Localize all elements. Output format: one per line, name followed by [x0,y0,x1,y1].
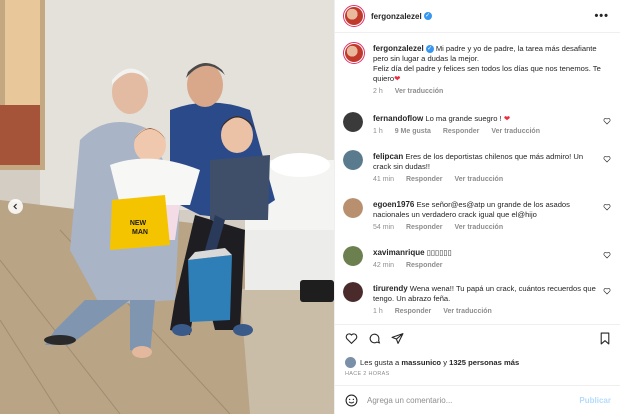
heart-emoji-icon: ❤ [503,114,511,123]
carousel-prev-button[interactable] [8,199,23,214]
comment-reply-link[interactable]: Responder [406,176,443,183]
comment-translate-link[interactable]: Ver traducción [454,176,503,183]
comment-translate-link[interactable]: Ver traducción [443,308,492,315]
comment-likes-link[interactable]: 9 Me gusta [395,128,431,135]
bag-text-line1: NEW [130,220,147,227]
commenter-avatar[interactable] [343,150,363,170]
likes-count-link[interactable]: 1325 personas más [449,358,519,367]
comment-time: 1 h [373,308,383,315]
verified-icon: ✓ [423,12,432,20]
comment-username[interactable]: egoen1976 [373,200,414,209]
chevron-left-icon [13,203,17,210]
caption-username[interactable]: fergonzalezel [373,44,424,53]
comment-time: 41 min [373,176,395,183]
comment-username[interactable]: xavimanrique [373,248,425,257]
comment-icon[interactable] [368,332,381,345]
comment-time: 42 min [373,262,395,269]
commenter-avatar[interactable] [343,246,363,266]
emoji-icon[interactable] [345,394,358,407]
comment-reply-link[interactable]: Responder [406,224,443,231]
comment-reply-link[interactable]: Responder [395,308,432,315]
bag-text-line2: MAN [132,229,148,236]
comment-translate-link[interactable]: Ver traducción [454,224,503,231]
comment-reply-link[interactable]: Responder [443,128,480,135]
more-options-icon[interactable]: ••• [594,10,609,22]
author-avatar[interactable] [343,5,365,27]
publish-button[interactable]: Publicar [579,396,611,405]
add-comment-bar: Publicar [335,385,620,414]
comment-text: ▯▯▯▯▯▯ [426,248,452,257]
caption-time: 2 h [373,88,383,95]
liker-avatar[interactable] [345,357,356,368]
blue-gift-bag [188,255,232,322]
like-comment-heart-icon[interactable] [603,203,611,211]
post-photo: NEW MAN [0,0,334,414]
comment-text: Eres de los deportistas chilenos que más… [373,152,584,171]
likes-summary: Les gusta a massunico y 1325 personas má… [345,357,519,368]
like-comment-heart-icon[interactable] [603,117,611,125]
like-comment-heart-icon[interactable] [603,155,611,163]
caption-translate-link[interactable]: Ver traducción [395,88,444,95]
share-icon[interactable] [391,332,404,345]
post-actions: Les gusta a massunico y 1325 personas má… [335,324,620,414]
post-time: HACE 2 HORAS [345,371,390,377]
comment-username[interactable]: felipcan [373,152,403,161]
commenter-avatar[interactable] [343,282,363,302]
post-side-panel: fergonzalezel ✓ ••• fergonzalezel ✓ Mi pa… [334,0,620,414]
caption-text-line2: Feliz día del padre y felices sen todos … [373,64,601,83]
like-comment-heart-icon[interactable] [603,287,611,295]
like-heart-icon[interactable] [345,332,358,345]
author-username[interactable]: fergonzalezel [371,12,422,21]
comment-translate-link[interactable]: Ver traducción [491,128,540,135]
heart-emoji-icon: ❤ [394,74,401,83]
comment-reply-link[interactable]: Responder [406,262,443,269]
comment-time: 54 min [373,224,395,231]
likes-prefix: Les gusta a [360,358,400,367]
comment-username[interactable]: tirurendy [373,284,408,293]
comment-input[interactable] [367,396,567,405]
commenter-avatar[interactable] [343,198,363,218]
comment-text: Lo ma grande suegro ! [425,114,502,123]
post-header: fergonzalezel ✓ ••• [335,0,620,33]
liker-username[interactable]: massunico [401,358,441,367]
like-comment-heart-icon[interactable] [603,251,611,259]
family-photo: NEW MAN [0,0,334,414]
save-bookmark-icon[interactable] [599,332,611,345]
commenter-avatar[interactable] [343,112,363,132]
comments-list: fergonzalezel ✓ Mi padre y yo de padre, l… [335,34,620,324]
caption-author-avatar[interactable] [343,42,365,64]
comment-time: 1 h [373,128,383,135]
comment-username[interactable]: fernandoflow [373,114,423,123]
verified-icon: ✓ [425,45,434,53]
likes-and: y [443,358,447,367]
